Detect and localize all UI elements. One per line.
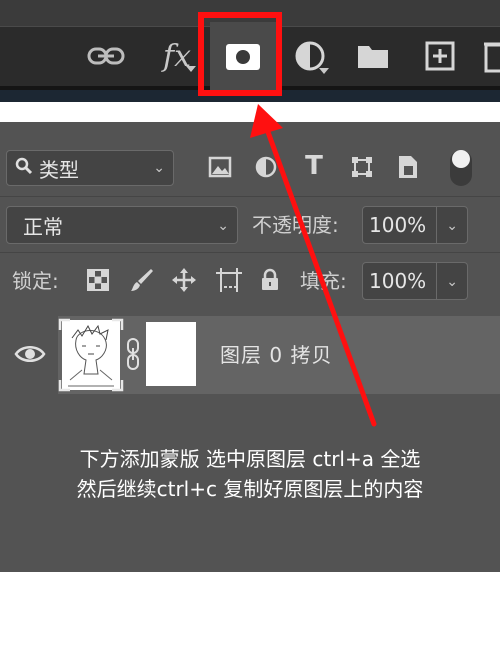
- eye-icon[interactable]: [14, 340, 46, 368]
- search-icon: [15, 156, 33, 180]
- panel-divider: [0, 196, 500, 197]
- thumbnail-selection-bracket: [58, 318, 124, 392]
- trash-icon[interactable]: [484, 36, 500, 76]
- highlight-box: [198, 12, 282, 96]
- layer-name[interactable]: 图层 0 拷贝: [220, 340, 332, 370]
- field-divider: [436, 207, 437, 243]
- mask-link-icon[interactable]: [124, 336, 142, 372]
- layer-mask-thumbnail[interactable]: [146, 322, 196, 386]
- opacity-value: 100%: [369, 213, 427, 237]
- blend-mode-select[interactable]: 正常 ⌄: [6, 206, 238, 244]
- brush-icon[interactable]: [128, 266, 156, 294]
- fx-dropdown-caret: [186, 66, 196, 72]
- caption-line: 然后继续ctrl+c 复制好原图层上的内容: [76, 477, 424, 501]
- opacity-label: 不透明度:: [252, 213, 339, 237]
- instruction-caption: 下方添加蒙版 选中原图层 ctrl+a 全选 然后继续ctrl+c 复制好原图层…: [10, 444, 490, 504]
- adjustment-filter-icon[interactable]: [252, 153, 280, 181]
- lock-label: 锁定:: [12, 269, 59, 293]
- fill-input[interactable]: 100% ⌄: [362, 262, 468, 300]
- type-filter-icon[interactable]: T: [300, 150, 328, 182]
- artboard-icon[interactable]: [214, 266, 244, 294]
- blend-mode-value: 正常: [23, 214, 63, 239]
- move-icon[interactable]: [170, 266, 198, 294]
- lock-transparency-icon[interactable]: [86, 268, 110, 292]
- field-divider: [436, 263, 437, 299]
- adjustment-dropdown-caret: [319, 68, 329, 74]
- chevron-down-icon[interactable]: ⌄: [446, 274, 458, 290]
- chevron-down-icon[interactable]: ⌄: [446, 218, 458, 234]
- fill-label: 填充:: [300, 269, 347, 293]
- filter-kind-label: 类型: [39, 157, 79, 182]
- lock-icon[interactable]: [258, 266, 282, 294]
- opacity-input[interactable]: 100% ⌄: [362, 206, 468, 244]
- smart-object-filter-icon[interactable]: [394, 152, 422, 182]
- image-filter-icon[interactable]: [206, 153, 234, 181]
- layer-filter-select[interactable]: 类型 ⌄: [6, 150, 174, 186]
- folder-icon[interactable]: [354, 38, 392, 74]
- chevron-down-icon: ⌄: [153, 160, 165, 176]
- shape-filter-icon[interactable]: [348, 153, 376, 181]
- chevron-down-icon: ⌄: [217, 218, 229, 234]
- caption-line: 下方添加蒙版 选中原图层 ctrl+a 全选: [79, 447, 421, 471]
- link-layers-icon[interactable]: [84, 38, 128, 74]
- panel-divider: [0, 252, 500, 253]
- fill-value: 100%: [369, 269, 427, 293]
- new-layer-icon[interactable]: [422, 38, 458, 74]
- filter-toggle-knob: [452, 150, 470, 168]
